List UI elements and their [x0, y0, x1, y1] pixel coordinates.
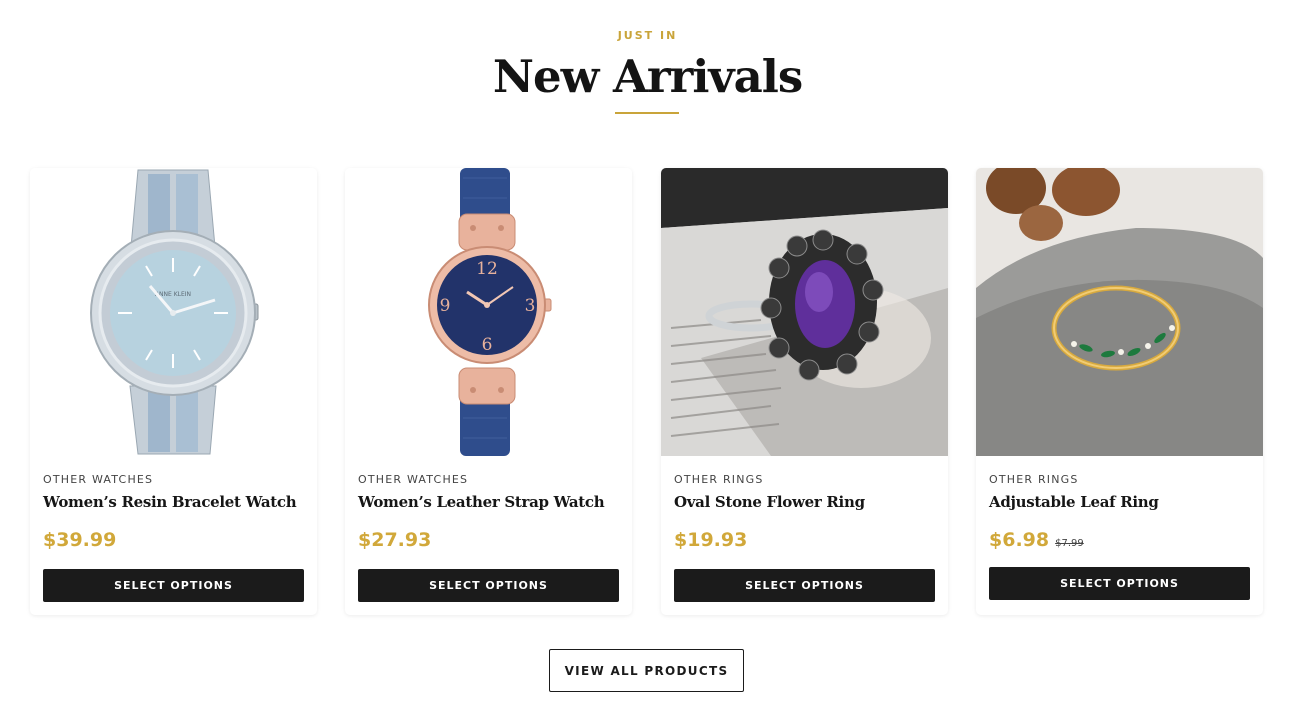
section-eyebrow: JUST IN [617, 29, 678, 42]
product-name[interactable]: Adjustable Leaf Ring [989, 493, 1159, 511]
select-options-button[interactable]: SELECT OPTIONS [674, 569, 935, 602]
select-options-button[interactable]: SELECT OPTIONS [358, 569, 619, 602]
view-all-products-button[interactable]: VIEW ALL PRODUCTS [549, 649, 744, 692]
product-image-link[interactable] [976, 168, 1263, 456]
dial-numeral: 12 [476, 259, 498, 279]
product-image-link[interactable]: ANNE KLEIN [30, 168, 317, 456]
product-category[interactable]: OTHER RINGS [989, 473, 1079, 486]
product-card: 12 3 6 9 OTHER WATCHES Women’s Leather S… [345, 168, 632, 615]
section-title: New Arrivals [492, 50, 803, 103]
product-price: $19.93 [674, 529, 748, 551]
select-options-button[interactable]: SELECT OPTIONS [43, 569, 304, 602]
title-underline [615, 112, 679, 114]
product-image [976, 168, 1263, 456]
product-name[interactable]: Women’s Resin Bracelet Watch [43, 493, 297, 511]
price-row: $39.99 [43, 529, 116, 551]
product-original-price: $7.99 [1055, 538, 1084, 549]
product-card: OTHER RINGS Adjustable Leaf Ring $6.98 $… [976, 168, 1263, 615]
product-price: $39.99 [43, 529, 117, 551]
dial-numeral: 6 [482, 335, 493, 355]
price-row: $27.93 [358, 529, 431, 551]
product-name[interactable]: Women’s Leather Strap Watch [358, 493, 605, 511]
product-image [661, 168, 948, 456]
product-card: OTHER RINGS Oval Stone Flower Ring $19.9… [661, 168, 948, 615]
product-category[interactable]: OTHER WATCHES [43, 473, 153, 486]
price-row: $6.98 $7.99 [989, 529, 1084, 551]
product-category[interactable]: OTHER RINGS [674, 473, 764, 486]
product-card: ANNE KLEIN OTHER WATCHES Women’s Resin B… [30, 168, 317, 615]
product-image-link[interactable] [661, 168, 948, 456]
product-image: 12 3 6 9 [345, 168, 632, 456]
price-row: $19.93 [674, 529, 747, 551]
product-image: ANNE KLEIN [30, 168, 317, 456]
product-image-link[interactable]: 12 3 6 9 [345, 168, 632, 456]
product-price: $27.93 [358, 529, 432, 551]
select-options-button[interactable]: SELECT OPTIONS [989, 567, 1250, 600]
product-sale-price: $6.98 [989, 529, 1050, 551]
dial-numeral: 3 [525, 296, 536, 316]
new-arrivals-section: JUST IN New Arrivals ANNE KLEIN OTHER WA… [0, 0, 1295, 719]
product-grid: ANNE KLEIN OTHER WATCHES Women’s Resin B… [30, 168, 1265, 616]
dial-numeral: 9 [440, 296, 451, 316]
product-category[interactable]: OTHER WATCHES [358, 473, 468, 486]
product-name[interactable]: Oval Stone Flower Ring [674, 493, 865, 511]
